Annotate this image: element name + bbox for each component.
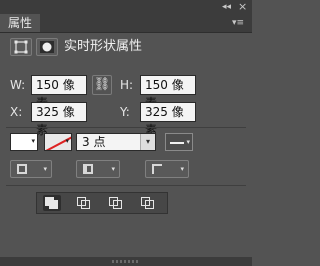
resize-grip[interactable] (0, 257, 252, 266)
double-chevron-right-icon[interactable]: ◂◂ (222, 2, 236, 12)
exclude-overlapping-shapes-icon[interactable] (139, 195, 157, 211)
divider (6, 127, 246, 128)
panel-menu-icon[interactable]: ▾≡ (232, 16, 246, 30)
height-label: H: (120, 78, 134, 92)
stroke-corners-dropdown[interactable]: ▾ (145, 160, 189, 178)
chevron-down-icon: ▾ (43, 165, 47, 173)
divider (6, 185, 246, 186)
line-join-icon (152, 164, 162, 174)
y-field[interactable]: 325 像素 (140, 102, 196, 137)
panel-top-strip: ◂◂ × (0, 0, 252, 14)
path-operations-bar (36, 192, 168, 214)
chevron-down-icon: ▾ (186, 138, 190, 146)
combine-shapes-icon[interactable] (43, 195, 61, 211)
section-title: 实时形状属性 (64, 39, 143, 54)
close-icon[interactable]: × (238, 1, 248, 13)
chevron-down-icon: ▾ (111, 165, 115, 173)
grip-dots-icon (112, 260, 140, 263)
y-label: Y: (120, 105, 130, 119)
line-style-icon (170, 142, 184, 144)
stroke-color-swatch[interactable]: ▾ (44, 133, 72, 151)
intersect-shape-areas-icon[interactable] (107, 195, 125, 211)
chevron-down-icon: ▾ (180, 165, 184, 173)
chain-link-icon[interactable]: ⛓ (92, 75, 112, 95)
tab-bar: 属性 ▾≡ (0, 14, 252, 33)
chevron-down-icon: ▾ (65, 137, 69, 145)
x-label: X: (10, 105, 23, 119)
height-field[interactable]: 150 像素 (140, 75, 196, 110)
fill-color-swatch[interactable]: ▾ (10, 133, 38, 151)
width-field[interactable]: 150 像素 (31, 75, 87, 110)
stroke-align-dropdown[interactable]: ▾ (10, 160, 52, 178)
subtract-front-shape-icon[interactable] (75, 195, 93, 211)
stroke-width-field[interactable]: 3 点 ▾ (76, 133, 156, 151)
tab-properties[interactable]: 属性 (0, 14, 41, 32)
chevron-down-icon[interactable]: ▾ (140, 134, 155, 150)
properties-panel: ◂◂ × 属性 ▾≡ 实时形状属性 W: 150 像素 ⛓ H: 150 像素 … (0, 0, 252, 266)
x-field[interactable]: 325 像素 (31, 102, 87, 137)
stroke-type-dropdown[interactable]: ▾ (165, 133, 193, 151)
vector-mask-icon[interactable] (10, 38, 32, 56)
pixel-mask-icon[interactable] (36, 38, 58, 56)
chevron-down-icon: ▾ (31, 137, 35, 145)
stroke-caps-dropdown[interactable]: ▾ (76, 160, 120, 178)
stroke-width-value: 3 点 (82, 135, 106, 149)
line-cap-icon (83, 164, 93, 174)
stroke-align-icon (17, 164, 27, 174)
width-label: W: (10, 78, 26, 92)
